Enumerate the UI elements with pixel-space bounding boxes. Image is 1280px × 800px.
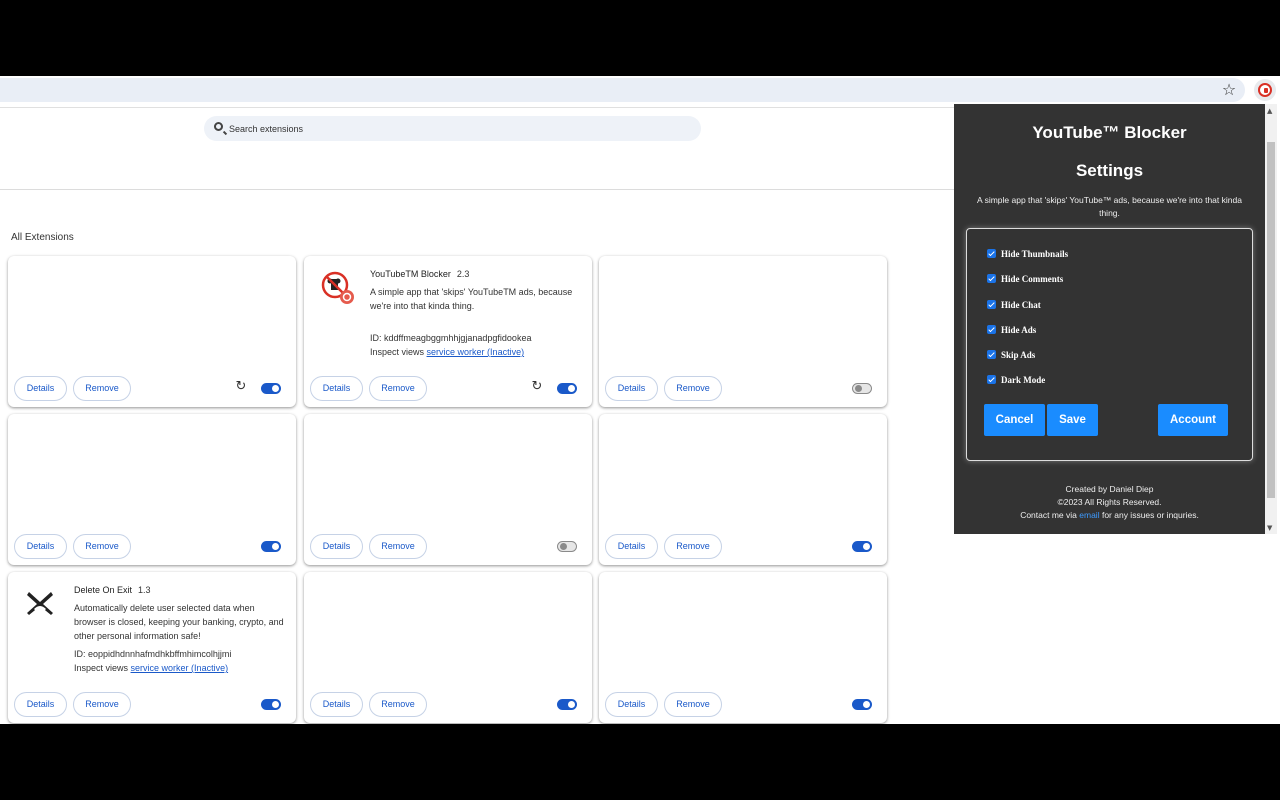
popup-description: A simple app that 'skips' YouTube™ ads, …: [977, 195, 1242, 218]
footer-contact: Contact me via email for any issues or i…: [1020, 510, 1199, 520]
popup-title: YouTube™ Blocker: [1032, 123, 1187, 142]
enable-toggle[interactable]: [261, 699, 281, 710]
enable-toggle[interactable]: [852, 541, 872, 552]
service-worker-link[interactable]: service worker (Inactive): [427, 347, 525, 357]
section-title: All Extensions: [11, 232, 74, 243]
enable-toggle[interactable]: [261, 383, 281, 394]
checkbox[interactable]: [987, 375, 996, 384]
details-button[interactable]: Details: [310, 692, 363, 717]
extension-card: Details Remove: [8, 414, 296, 565]
star-icon[interactable]: ☆: [1220, 81, 1238, 99]
details-button[interactable]: Details: [14, 692, 67, 717]
option-skip-ads[interactable]: Skip Ads: [987, 350, 1035, 360]
enable-toggle[interactable]: [261, 541, 281, 552]
option-hide-thumbnails[interactable]: Hide Thumbnails: [987, 249, 1068, 259]
enable-toggle[interactable]: [852, 383, 872, 394]
search-input[interactable]: [229, 120, 689, 137]
option-dark-mode[interactable]: Dark Mode: [987, 375, 1045, 385]
reload-icon[interactable]: ↻: [234, 380, 248, 394]
scroll-down-icon[interactable]: ▼: [1267, 524, 1272, 532]
email-link[interactable]: email: [1079, 510, 1099, 520]
enable-toggle[interactable]: [557, 699, 577, 710]
option-hide-chat[interactable]: Hide Chat: [987, 300, 1041, 310]
details-button[interactable]: Details: [14, 376, 67, 401]
extension-card-delete-on-exit: Delete On Exit 1.3 Automatically delete u…: [8, 572, 296, 723]
extension-card: Details Remove: [304, 572, 592, 723]
details-button[interactable]: Details: [310, 376, 363, 401]
scroll-up-icon[interactable]: ▲: [1267, 107, 1272, 115]
extension-id: ID: eoppidhdnnhafmdhkbffmhimcolhjjmi: [74, 649, 232, 659]
enable-toggle[interactable]: [557, 541, 577, 552]
option-hide-ads[interactable]: Hide Ads: [987, 325, 1036, 335]
scrollbar-thumb[interactable]: [1267, 142, 1275, 498]
details-button[interactable]: Details: [310, 534, 363, 559]
remove-button[interactable]: Remove: [664, 376, 722, 401]
checkbox[interactable]: [987, 274, 996, 283]
divider: [0, 107, 954, 108]
footer-copyright: ©2023 All Rights Reserved.: [1057, 497, 1162, 507]
extension-card: Details Remove: [599, 572, 887, 723]
checkbox[interactable]: [987, 325, 996, 334]
delete-on-exit-logo: [27, 592, 53, 615]
extension-card: Details Remove: [599, 256, 887, 407]
extension-card: Details Remove: [304, 414, 592, 565]
reload-icon[interactable]: ↻: [530, 380, 544, 394]
account-button[interactable]: Account: [1158, 404, 1228, 436]
footer-created: Created by Daniel Diep: [1065, 484, 1154, 494]
service-worker-link[interactable]: service worker (Inactive): [131, 663, 229, 673]
details-button[interactable]: Details: [14, 534, 67, 559]
extension-card: Details Remove ↻: [8, 256, 296, 407]
extension-card: Details Remove: [599, 414, 887, 565]
youtube-blocker-icon[interactable]: [1254, 79, 1276, 101]
remove-button[interactable]: Remove: [73, 534, 131, 559]
remove-button[interactable]: Remove: [369, 376, 427, 401]
remove-button[interactable]: Remove: [369, 534, 427, 559]
remove-button[interactable]: Remove: [73, 376, 131, 401]
popup-subtitle: Settings: [1075, 161, 1144, 180]
browser-toolbar: ☆: [0, 76, 1280, 104]
remove-button[interactable]: Remove: [664, 534, 722, 559]
address-bar[interactable]: [0, 78, 1245, 102]
extension-description: Automatically delete user selected data …: [74, 603, 284, 641]
remove-button[interactable]: Remove: [73, 692, 131, 717]
details-button[interactable]: Details: [605, 534, 658, 559]
cancel-button[interactable]: Cancel: [984, 404, 1045, 436]
search-bar[interactable]: [204, 116, 701, 141]
enable-toggle[interactable]: [557, 383, 577, 394]
remove-button[interactable]: Remove: [369, 692, 427, 717]
remove-button[interactable]: Remove: [664, 692, 722, 717]
extension-popup: YouTube™ Blocker Settings A simple app t…: [954, 104, 1265, 534]
search-icon: [214, 122, 223, 131]
checkbox[interactable]: [987, 300, 996, 309]
details-button[interactable]: Details: [605, 376, 658, 401]
extension-card-youtube-blocker: YouTubeTM Blocker 2.3 A simple app that '…: [304, 256, 592, 407]
divider: [0, 189, 954, 190]
youtube-blocker-logo: [321, 271, 354, 304]
settings-panel: Hide Thumbnails Hide Comments Hide Chat …: [966, 228, 1253, 461]
checkbox[interactable]: [987, 249, 996, 258]
option-hide-comments[interactable]: Hide Comments: [987, 274, 1063, 284]
details-button[interactable]: Details: [605, 692, 658, 717]
extension-id: ID: kddffmeagbggmhhjgjanadpgfidookea: [370, 333, 532, 343]
inspect-views: Inspect views service worker (Inactive): [370, 347, 525, 357]
enable-toggle[interactable]: [852, 699, 872, 710]
checkbox[interactable]: [987, 350, 996, 359]
inspect-views: Inspect views service worker (Inactive): [74, 663, 229, 673]
browser-window: ☆ All Extensions Details Remove ↻ YouTub…: [0, 76, 1280, 724]
save-button[interactable]: Save: [1047, 404, 1098, 436]
extension-name: YouTubeTM Blocker 2.3: [370, 269, 470, 279]
extension-description: A simple app that 'skips' YouTubeTM ads,…: [370, 287, 573, 311]
extension-name: Delete On Exit 1.3: [74, 585, 151, 595]
popup-scrollbar[interactable]: ▲ ▼: [1265, 104, 1277, 534]
